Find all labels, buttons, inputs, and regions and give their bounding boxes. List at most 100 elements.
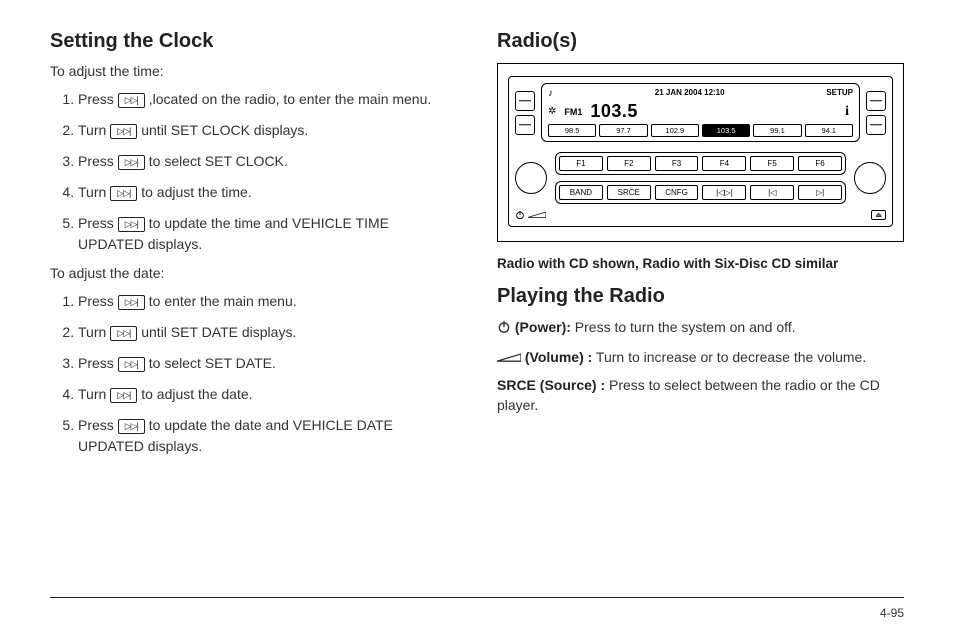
steps-time-list: Press ▷▷| ,located on the radio, to ente… [50, 89, 457, 255]
preset-cell: 98.5 [548, 124, 596, 137]
display-datetime: 21 JAN 2004 12:10 [655, 88, 725, 99]
eject-icon: ⏏ [871, 210, 886, 220]
step-text: Press [78, 293, 118, 309]
power-volume-symbols [515, 210, 546, 220]
step-item: Turn ▷▷| to adjust the date. [78, 384, 457, 405]
f-key-button: F4 [702, 156, 746, 171]
f-key-button: F1 [559, 156, 603, 171]
right-column: Radio(s) ♪ 21 JAN 2004 12:10 SETU [497, 30, 904, 467]
side-button-icon [515, 115, 535, 135]
step-text: Press [78, 153, 118, 169]
left-side-buttons [515, 83, 535, 142]
radio-illustration-frame: ♪ 21 JAN 2004 12:10 SETUP ✲ FM1 103.5 i [497, 63, 904, 242]
illustration-caption: Radio with CD shown, Radio with Six-Disc… [497, 256, 904, 271]
preset-cell: 99.1 [753, 124, 801, 137]
volume-label: (Volume) : [525, 349, 592, 365]
f-key-button: F6 [798, 156, 842, 171]
page-number: 4-95 [880, 606, 904, 620]
left-knob-icon [515, 162, 547, 194]
heading-playing-radio: Playing the Radio [497, 285, 904, 308]
step-text: to adjust the date. [137, 386, 252, 402]
left-column: Setting the Clock To adjust the time: Pr… [50, 30, 457, 467]
power-icon [497, 320, 511, 340]
side-button-icon [515, 91, 535, 111]
footer-rule [50, 597, 904, 598]
step-item: Turn ▷▷| until SET DATE displays. [78, 322, 457, 343]
radio-body: ♪ 21 JAN 2004 12:10 SETUP ✲ FM1 103.5 i [508, 76, 893, 227]
preset-cell: 97.7 [599, 124, 647, 137]
volume-paragraph: (Volume) : Turn to increase or to decrea… [497, 348, 904, 369]
heading-setting-clock: Setting the Clock [50, 30, 457, 53]
two-column-layout: Setting the Clock To adjust the time: Pr… [50, 30, 904, 467]
volume-wedge-icon [528, 211, 546, 219]
step-text: Press [78, 355, 118, 371]
control-button: |◁▷| [702, 185, 746, 200]
gear-icon: ✲ [548, 106, 556, 117]
power-label: (Power): [515, 319, 571, 335]
preset-cell: 103.5 [702, 124, 750, 137]
volume-wedge-icon [497, 349, 521, 369]
step-text: to adjust the time. [137, 184, 251, 200]
f-key-button: F5 [750, 156, 794, 171]
control-button: BAND [559, 185, 603, 200]
menu-button-icon: ▷▷| [110, 124, 137, 139]
step-item: Turn ▷▷| to adjust the time. [78, 182, 457, 203]
control-button: |◁ [750, 185, 794, 200]
power-icon [515, 210, 525, 220]
step-text: Turn [78, 122, 110, 138]
info-icon: i [841, 104, 853, 120]
control-row: BANDSRCECNFG|◁▷||◁▷| [555, 181, 846, 204]
side-button-icon [866, 115, 886, 135]
step-item: Press ▷▷| to update the date and VEHICLE… [78, 415, 457, 457]
step-text: Turn [78, 386, 110, 402]
menu-button-icon: ▷▷| [118, 295, 145, 310]
menu-button-icon: ▷▷| [110, 326, 137, 341]
display-setup-label: SETUP [826, 88, 853, 99]
step-text: to enter the main menu. [145, 293, 297, 309]
preset-cell: 94.1 [805, 124, 853, 137]
step-text: to select SET DATE. [145, 355, 276, 371]
f-keys-row: F1F2F3F4F5F6 [555, 152, 846, 175]
steps-date-list: Press ▷▷| to enter the main menu. Turn ▷▷… [50, 291, 457, 457]
step-text: Press [78, 91, 118, 107]
step-text: Turn [78, 184, 110, 200]
music-note-icon: ♪ [548, 88, 553, 99]
control-button: ▷| [798, 185, 842, 200]
step-text: Press [78, 417, 118, 433]
step-text: until SET CLOCK displays. [137, 122, 308, 138]
display-frequency: 103.5 [590, 101, 638, 122]
step-item: Press ▷▷| ,located on the radio, to ente… [78, 89, 457, 110]
srce-paragraph: SRCE (Source) : Press to select between … [497, 376, 904, 415]
menu-button-icon: ▷▷| [118, 419, 145, 434]
side-button-icon [866, 91, 886, 111]
button-rows: F1F2F3F4F5F6 BANDSRCECNFG|◁▷||◁▷| [555, 152, 846, 204]
right-knob-icon [854, 162, 886, 194]
menu-button-icon: ▷▷| [118, 357, 145, 372]
manual-page: Setting the Clock To adjust the time: Pr… [0, 0, 954, 638]
heading-radios: Radio(s) [497, 30, 904, 53]
menu-button-icon: ▷▷| [118, 155, 145, 170]
step-text: to select SET CLOCK. [145, 153, 288, 169]
right-side-buttons [866, 83, 886, 142]
srce-label: SRCE (Source) : [497, 377, 605, 393]
radio-top-row: ♪ 21 JAN 2004 12:10 SETUP ✲ FM1 103.5 i [515, 83, 886, 142]
menu-button-icon: ▷▷| [118, 217, 145, 232]
step-item: Press ▷▷| to update the time and VEHICLE… [78, 213, 457, 255]
power-paragraph: (Power): Press to turn the system on and… [497, 318, 904, 340]
volume-text: Turn to increase or to decrease the volu… [592, 349, 866, 365]
radio-footer-row: ⏏ [515, 210, 886, 220]
menu-button-icon: ▷▷| [110, 388, 137, 403]
step-item: Turn ▷▷| until SET CLOCK displays. [78, 120, 457, 141]
radio-bottom-row: F1F2F3F4F5F6 BANDSRCECNFG|◁▷||◁▷| [515, 152, 886, 204]
display-band: FM1 [564, 107, 582, 117]
display-presets-row: 98.597.7 102.9103.599.1 94.1 [548, 124, 853, 137]
step-item: Press ▷▷| to enter the main menu. [78, 291, 457, 312]
preset-cell: 102.9 [651, 124, 699, 137]
step-text: Turn [78, 324, 110, 340]
intro-time: To adjust the time: [50, 63, 457, 79]
f-key-button: F3 [655, 156, 699, 171]
step-text: Press [78, 215, 118, 231]
step-text: until SET DATE displays. [137, 324, 296, 340]
radio-display: ♪ 21 JAN 2004 12:10 SETUP ✲ FM1 103.5 i [541, 83, 860, 142]
step-item: Press ▷▷| to select SET CLOCK. [78, 151, 457, 172]
